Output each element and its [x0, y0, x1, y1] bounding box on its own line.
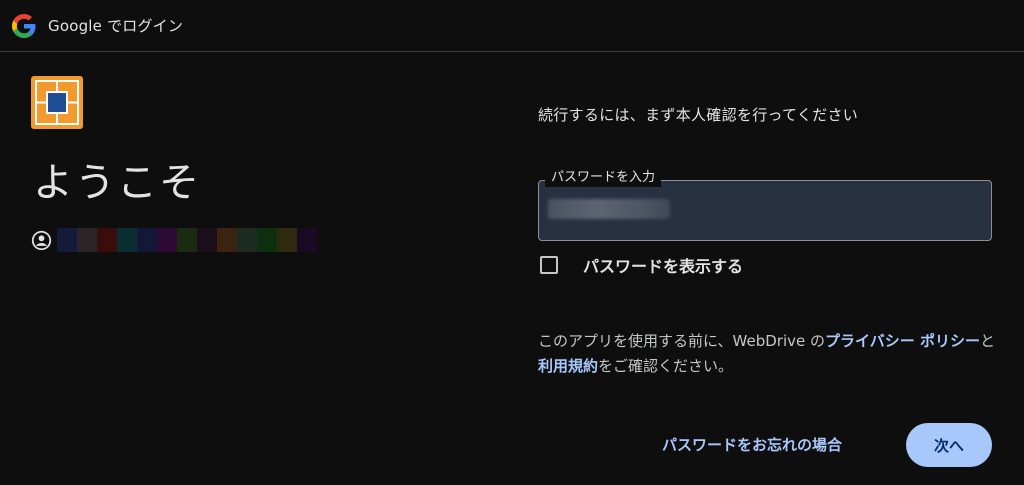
google-g-icon [12, 14, 36, 38]
notice-text-before: このアプリを使用する前に、WebDrive の [538, 332, 826, 350]
privacy-policy-link[interactable]: プライバシー ポリシー [825, 332, 980, 350]
notice-text-after: をご確認ください。 [598, 357, 734, 375]
show-password-label: パスワードを表示する [583, 257, 744, 276]
webdrive-logo-icon [31, 76, 83, 129]
terms-of-service-link[interactable]: 利用規約 [538, 357, 598, 375]
password-value-redacted: •••••••••• [548, 199, 670, 219]
redacted-account-email [57, 228, 317, 252]
show-password-checkbox[interactable] [540, 256, 558, 274]
account-chip[interactable] [31, 228, 317, 252]
verification-prompt: 続行するには、まず本人確認を行ってください [538, 106, 859, 124]
page-title: Google でログイン [48, 17, 184, 35]
notice-text-middle: と [979, 332, 995, 350]
password-field-label: パスワードを入力 [545, 169, 662, 187]
privacy-notice: このアプリを使用する前に、WebDrive のプライバシー ポリシーと利用規約を… [538, 329, 998, 379]
account-circle-icon [31, 230, 52, 250]
next-button[interactable]: 次へ [906, 423, 992, 467]
top-bar: Google でログイン [0, 0, 1024, 52]
welcome-heading: ようこそ [33, 160, 201, 206]
show-password-toggle[interactable]: パスワードを表示する [540, 253, 743, 277]
forgot-password-link[interactable]: パスワードをお忘れの場合 [662, 434, 842, 455]
